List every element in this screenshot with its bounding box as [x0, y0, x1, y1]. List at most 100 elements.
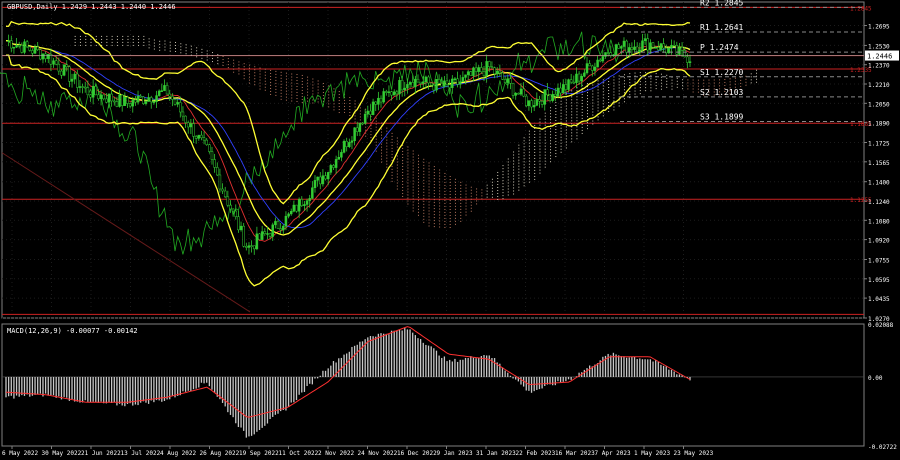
- kumo-dot: [301, 92, 303, 94]
- kumo-dot: [417, 157, 419, 159]
- kumo-dot: [608, 102, 610, 104]
- kumo-dot: [370, 131, 372, 133]
- kumo-dot: [608, 87, 610, 89]
- kumo-dot: [576, 129, 578, 131]
- kumo-dot: [491, 181, 493, 183]
- kumo-dot: [402, 186, 404, 188]
- kumo-dot: [534, 157, 536, 159]
- candle-body: [237, 216, 240, 231]
- kumo-dot: [497, 195, 499, 197]
- kumo-dot: [375, 129, 377, 131]
- candle-body: [440, 83, 444, 87]
- kumo-dot: [571, 123, 573, 125]
- kumo-dot: [312, 99, 314, 101]
- kumo-dot: [439, 211, 441, 213]
- candle-body: [598, 59, 602, 62]
- kumo-dot: [439, 220, 441, 222]
- kumo-dot: [428, 201, 430, 203]
- kumo-dot: [465, 205, 467, 207]
- kumo-dot: [386, 148, 388, 150]
- kumo-dot: [417, 211, 419, 213]
- kumo-dot: [618, 81, 620, 83]
- kumo-dot: [285, 90, 287, 92]
- kumo-dot: [243, 66, 245, 68]
- kumo-dot: [502, 198, 504, 200]
- kumo-dot: [233, 65, 235, 67]
- kumo-dot: [439, 199, 441, 201]
- kumo-dot: [296, 95, 298, 97]
- kumo-dot: [264, 77, 266, 79]
- kumo-dot: [185, 47, 187, 49]
- kumo-dot: [333, 88, 335, 90]
- kumo-dot: [565, 141, 567, 143]
- kumo-dot: [623, 86, 625, 88]
- kumo-dot: [502, 165, 504, 167]
- kumo-dot: [592, 114, 594, 116]
- kumo-dot: [396, 167, 398, 169]
- kumo-dot: [407, 191, 409, 193]
- candle-body: [382, 91, 385, 103]
- kumo-dot: [243, 78, 245, 80]
- kumo-dot: [560, 124, 562, 126]
- kumo-dot: [729, 78, 731, 80]
- kumo-dot: [719, 85, 721, 87]
- kumo-dot: [660, 82, 662, 84]
- candle-body: [353, 127, 356, 142]
- macd-frame: [1, 323, 865, 447]
- kumo-dot: [734, 80, 736, 82]
- kumo-dot: [486, 184, 488, 186]
- kumo-dot: [301, 101, 303, 103]
- kumo-dot: [613, 109, 615, 111]
- kumo-dot: [354, 100, 356, 102]
- kumo-dot: [449, 217, 451, 219]
- candle-body: [443, 80, 446, 87]
- candle-body: [403, 87, 407, 91]
- candle-body: [303, 204, 306, 206]
- kumo-dot: [322, 85, 324, 87]
- kumo-dot: [602, 100, 604, 102]
- kumo-dot: [127, 35, 129, 37]
- candle-body: [424, 76, 428, 82]
- kumo-dot: [666, 77, 668, 79]
- kumo-dot: [708, 82, 710, 84]
- candle-body: [469, 71, 473, 76]
- kumo-dot: [444, 184, 446, 186]
- kumo-dot: [518, 150, 520, 152]
- candle-body: [540, 101, 544, 105]
- kumo-dot: [587, 122, 589, 124]
- kumo-dot: [544, 130, 546, 132]
- kumo-dot: [460, 187, 462, 189]
- kumo-dot: [312, 78, 314, 80]
- kumo-dot: [317, 86, 319, 88]
- candle-body: [221, 188, 224, 192]
- kumo-dot: [338, 109, 340, 111]
- kumo-dot: [470, 210, 472, 212]
- kumo-dot: [90, 38, 92, 40]
- kumo-dot: [550, 113, 552, 115]
- candle-body: [654, 47, 657, 49]
- kumo-dot: [407, 197, 409, 199]
- kumo-dot: [587, 104, 589, 106]
- kumo-dot: [254, 81, 256, 83]
- kumo-dot: [270, 69, 272, 71]
- x-tick-label: 9 Jan 2023: [437, 450, 474, 457]
- kumo-dot: [534, 172, 536, 174]
- kumo-dot: [587, 95, 589, 97]
- kumo-dot: [428, 162, 430, 164]
- kumo-dot: [507, 176, 509, 178]
- kumo-dot: [602, 85, 604, 87]
- kumo-dot: [555, 156, 557, 158]
- kumo-dot: [428, 165, 430, 167]
- kumo-dot: [296, 80, 298, 82]
- kumo-dot: [497, 189, 499, 191]
- kumo-dot: [423, 212, 425, 214]
- kumo-dot: [301, 95, 303, 97]
- candle-body: [57, 63, 61, 72]
- kumo-dot: [523, 182, 525, 184]
- kumo-dot: [539, 160, 541, 162]
- kumo-dot: [428, 168, 430, 170]
- candle-body: [390, 91, 393, 96]
- candle-body: [255, 233, 259, 250]
- kumo-dot: [565, 114, 567, 116]
- candle-body: [461, 77, 465, 82]
